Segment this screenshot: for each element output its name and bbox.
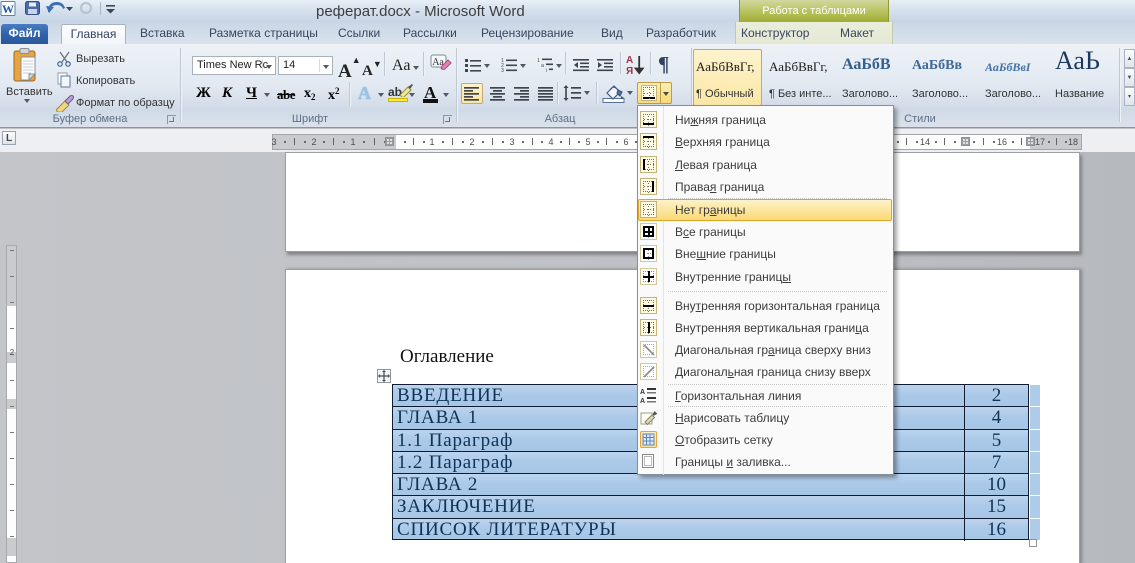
svg-text:A: A xyxy=(640,389,645,396)
svg-text:3: 3 xyxy=(501,68,504,73)
svg-text:W: W xyxy=(2,2,14,16)
svg-text:A: A xyxy=(640,398,645,404)
svg-text:i: i xyxy=(546,68,547,73)
svg-text:1: 1 xyxy=(537,58,540,64)
svg-text:a: a xyxy=(541,63,544,69)
svg-text:А: А xyxy=(626,55,633,66)
svg-text:Я: Я xyxy=(626,66,633,76)
